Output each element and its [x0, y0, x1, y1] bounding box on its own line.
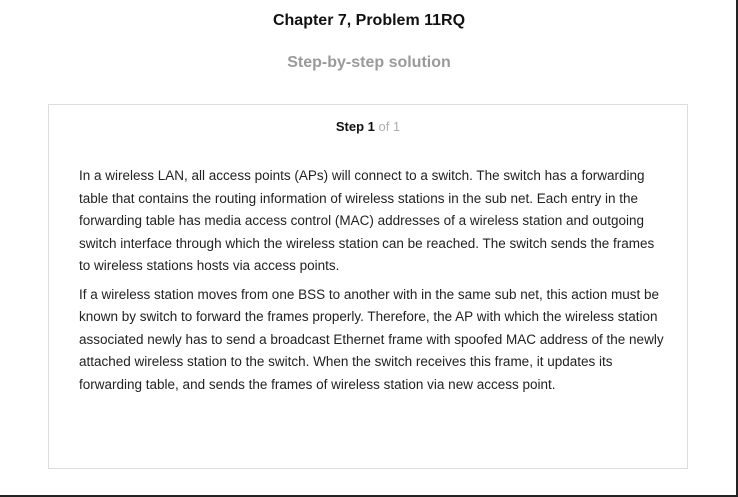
step-header: Step 1 of 1 — [49, 119, 687, 134]
page-title: Chapter 7, Problem 11RQ — [272, 12, 466, 29]
solution-paragraph: In a wireless LAN, all access points (AP… — [79, 168, 655, 273]
solution-content: In a wireless LAN, all access points (AP… — [79, 165, 665, 402]
solution-card: Step 1 of 1 In a wireless LAN, all acces… — [48, 104, 688, 469]
solution-subtitle: Step-by-step solution — [287, 54, 451, 71]
step-label: Step 1 — [335, 119, 375, 134]
step-count: of 1 — [374, 119, 401, 134]
solution-paragraph: If a wireless station moves from one BSS… — [79, 286, 664, 392]
